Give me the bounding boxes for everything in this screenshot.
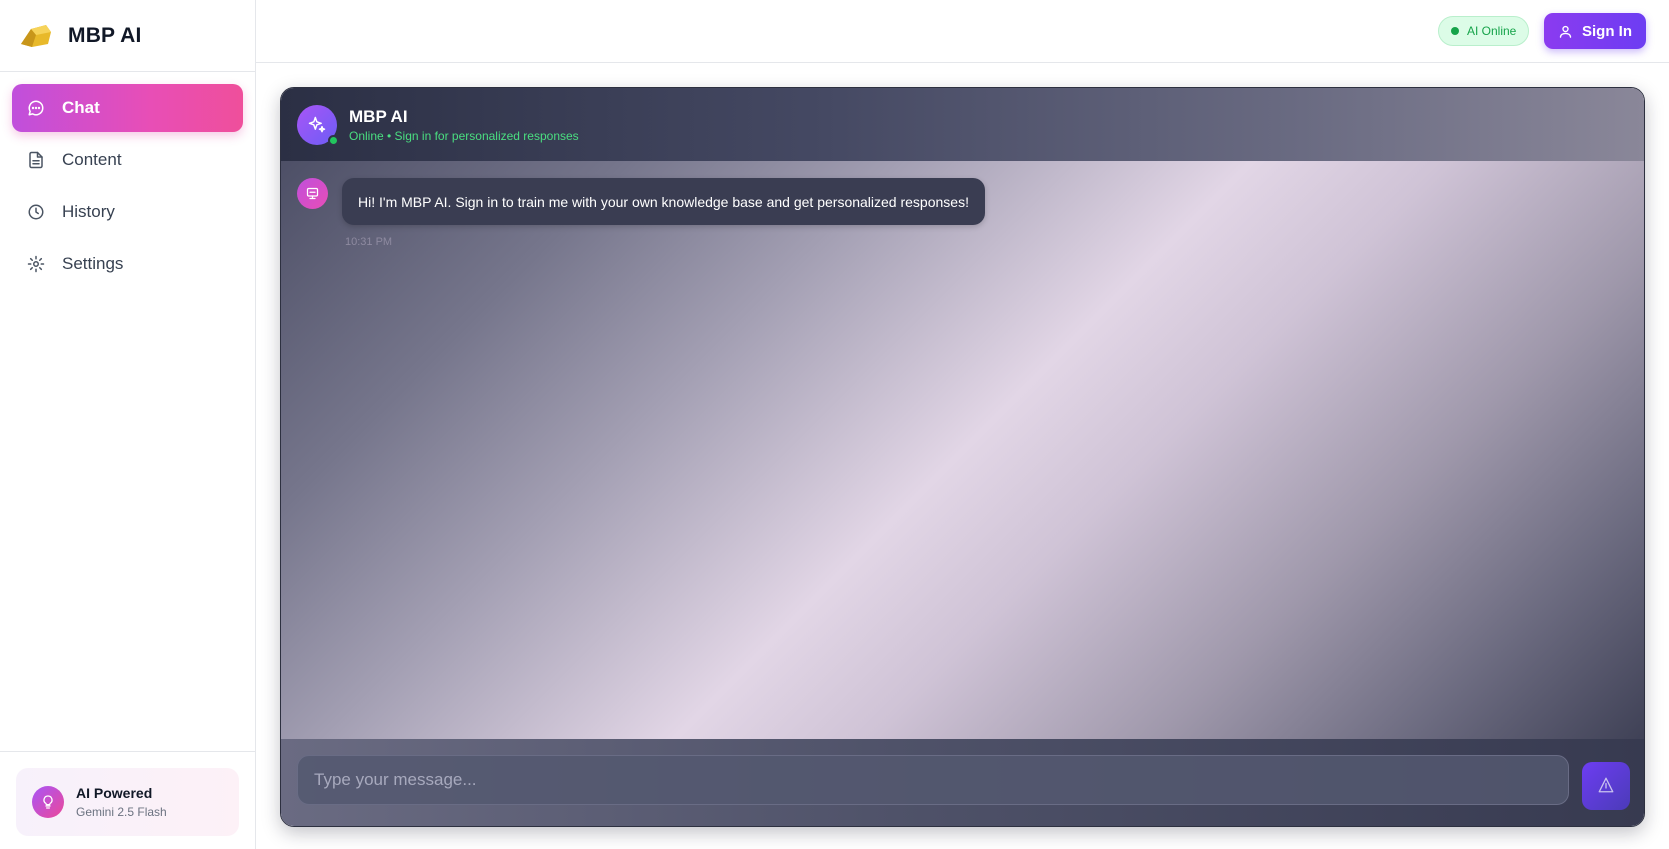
gear-icon <box>26 254 46 274</box>
top-bar: AI Online Sign In <box>256 0 1669 63</box>
sidebar-item-label: Chat <box>62 98 100 117</box>
clock-icon <box>26 202 46 222</box>
status-dot-icon <box>1451 27 1459 35</box>
send-icon <box>1597 776 1615 797</box>
online-indicator <box>328 135 339 146</box>
bot-icon <box>297 178 328 209</box>
chat-subtitle: Online • Sign in for personalized respon… <box>349 129 579 143</box>
user-icon <box>1558 24 1573 39</box>
chat-bubble-icon <box>26 98 46 118</box>
sign-in-label: Sign In <box>1582 22 1632 40</box>
status-badge: AI Online <box>1438 16 1530 46</box>
ai-card-text: AI Powered Gemini 2.5 Flash <box>76 785 167 819</box>
lightbulb-icon <box>32 786 64 818</box>
ai-card-title: AI Powered <box>76 785 153 801</box>
sidebar-item-history[interactable]: History <box>12 188 243 236</box>
send-button[interactable] <box>1582 762 1630 810</box>
document-icon <box>26 150 46 170</box>
sidebar-item-label: Content <box>62 150 122 169</box>
ai-card-subtitle: Gemini 2.5 Flash <box>76 805 167 819</box>
sidebar-item-settings[interactable]: Settings <box>12 240 243 288</box>
brand[interactable]: MBP AI <box>0 0 255 72</box>
sidebar-item-label: Settings <box>62 254 124 273</box>
brand-logo-icon <box>18 22 54 50</box>
message-input[interactable] <box>297 755 1569 805</box>
brand-name: MBP AI <box>68 23 142 47</box>
status-label: AI Online <box>1467 24 1517 38</box>
sidebar-item-label: History <box>62 202 115 221</box>
sidebar-footer: AI Powered Gemini 2.5 Flash <box>0 751 255 849</box>
message-timestamp: 10:31 PM <box>345 236 393 248</box>
sidebar: MBP AI Chat Content History Settings AI … <box>0 0 256 849</box>
ai-powered-card: AI Powered Gemini 2.5 Flash <box>16 768 239 836</box>
sign-in-button[interactable]: Sign In <box>1544 13 1646 49</box>
chat-title: MBP AI <box>349 107 408 126</box>
chat-header: MBP AI Online • Sign in for personalized… <box>281 88 1644 161</box>
sidebar-nav: Chat Content History Settings <box>0 72 255 288</box>
sidebar-item-content[interactable]: Content <box>12 136 243 184</box>
sidebar-item-chat[interactable]: Chat <box>12 84 243 132</box>
message-list[interactable]: Hi! I'm MBP AI. Sign in to train me with… <box>281 161 1644 739</box>
composer <box>281 739 1644 826</box>
app-root: MBP AI Chat Content History Settings AI … <box>0 0 1669 849</box>
chat-panel: MBP AI Online • Sign in for personalized… <box>280 87 1645 827</box>
message-bubble: Hi! I'm MBP AI. Sign in to train me with… <box>342 178 985 225</box>
